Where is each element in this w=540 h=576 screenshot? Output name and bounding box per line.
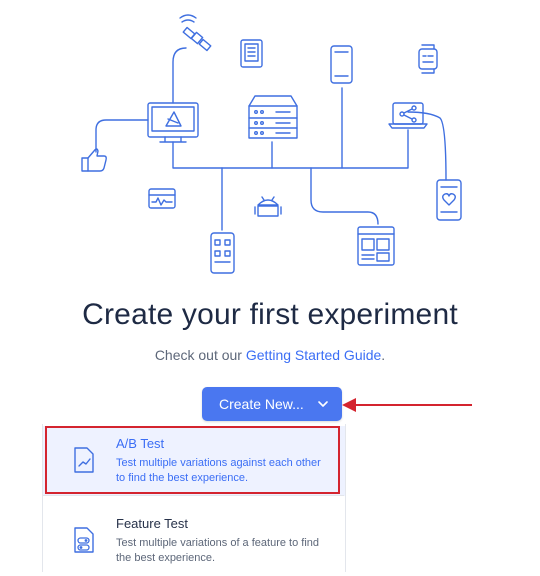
chart-document-icon	[74, 447, 94, 473]
toggle-document-icon	[74, 527, 94, 553]
thumbs-up-icon	[81, 148, 107, 172]
ab-test-description: Test multiple variations against each ot…	[116, 457, 321, 484]
android-robot-icon	[254, 196, 282, 217]
phone-icon	[330, 45, 353, 84]
smartwatch-icon	[418, 44, 438, 74]
satellite-icon	[179, 14, 212, 52]
monitor-icon	[147, 102, 199, 143]
server-icon	[248, 95, 298, 139]
getting-started-guide-link[interactable]: Getting Started Guide	[246, 347, 381, 363]
feature-test-description: Test multiple variations of a feature to…	[116, 537, 319, 564]
qr-phone-icon	[210, 232, 235, 274]
create-new-button[interactable]: Create New...	[202, 387, 342, 421]
web-layout-icon	[357, 226, 395, 266]
menu-divider	[42, 495, 344, 496]
subtitle-suffix: .	[381, 347, 386, 363]
getting-started-subtitle: Check out our Getting Started Guide.	[0, 347, 540, 363]
annotation-arrow	[342, 398, 472, 412]
ab-test-title: A/B Test	[116, 436, 165, 451]
chevron-down-icon	[318, 401, 328, 407]
subtitle-prefix: Check out our	[154, 347, 246, 363]
tablet-icon	[240, 39, 263, 68]
menu-item-ab-test[interactable]: A/B Test Test multiple variations agains…	[43, 426, 345, 496]
heart-phone-icon	[436, 179, 462, 221]
activity-window-icon	[148, 188, 176, 209]
create-new-dropdown-menu: A/B Test Test multiple variations agains…	[42, 424, 346, 572]
connected-devices-illustration	[81, 14, 462, 274]
page-title: Create your first experiment	[82, 298, 458, 331]
laptop-share-icon	[388, 102, 428, 129]
create-new-label: Create New...	[219, 396, 304, 412]
feature-test-title: Feature Test	[116, 516, 189, 531]
menu-item-feature-test[interactable]: Feature Test Test multiple variations of…	[43, 506, 345, 576]
